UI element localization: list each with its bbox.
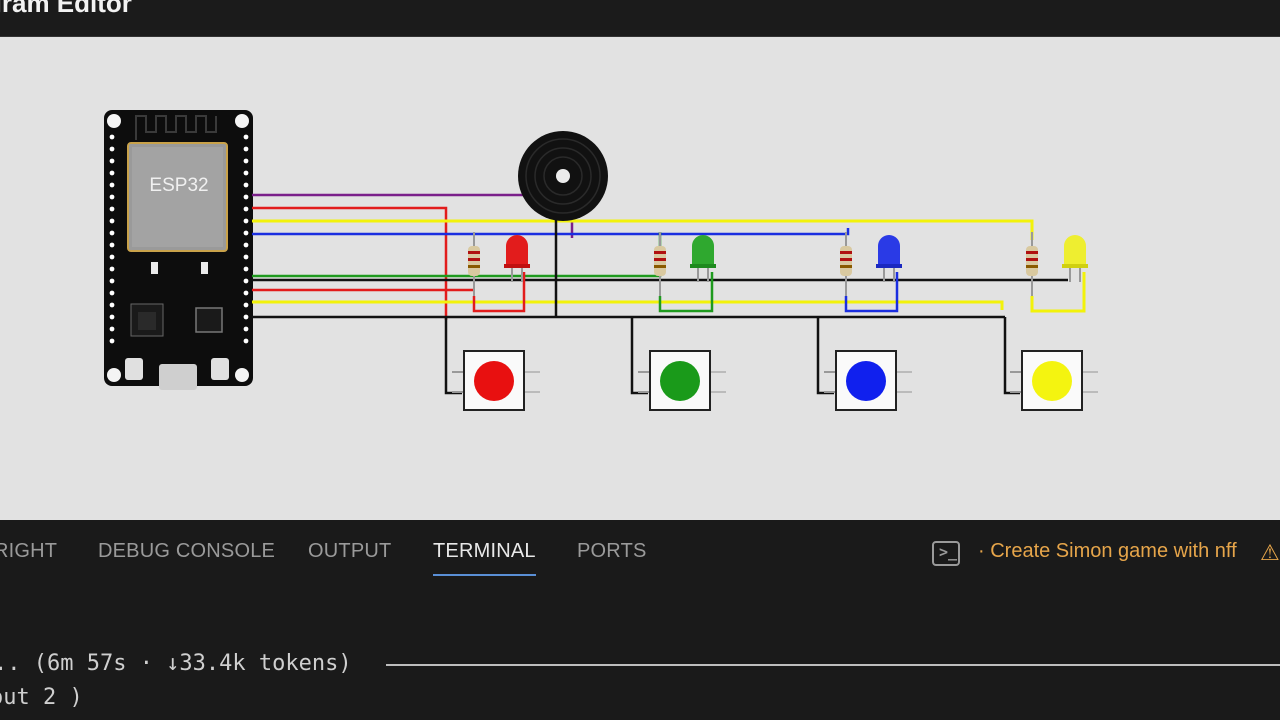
tab-copyright[interactable]: RIGHT	[0, 540, 57, 563]
terminal-status-line: .. (6m 57s · ↓33.4k tokens)	[0, 651, 352, 676]
resistor-blue[interactable]	[840, 232, 852, 296]
buzzer[interactable]	[518, 131, 608, 221]
terminal-icon[interactable]: >_	[932, 541, 960, 566]
wire-yellow-lower[interactable]	[252, 300, 1004, 310]
terminal-task-label[interactable]: · Create Simon game with nff	[978, 540, 1237, 563]
terminal-output-line: out 2 )	[0, 685, 83, 710]
pushbutton-blue[interactable]	[824, 350, 912, 411]
tab-terminal[interactable]: TERMINAL	[433, 540, 536, 576]
resistor-green[interactable]	[654, 232, 666, 296]
pushbutton-yellow[interactable]	[1010, 350, 1098, 411]
esp32-board[interactable]: ESP32	[104, 110, 253, 390]
tab-ports[interactable]: PORTS	[577, 540, 647, 563]
pushbutton-green[interactable]	[638, 350, 726, 411]
resistor-red[interactable]	[468, 232, 480, 296]
circuit-diagram: ESP32	[104, 110, 1098, 411]
warning-icon[interactable]: ⚠	[1260, 540, 1280, 566]
wire-blue[interactable]	[252, 228, 850, 236]
wire-green-upper[interactable]	[252, 232, 662, 278]
terminal-divider	[386, 664, 1280, 666]
bottom-panel: RIGHT DEBUG CONSOLE OUTPUT TERMINAL PORT…	[0, 520, 1280, 720]
tab-debug-console[interactable]: DEBUG CONSOLE	[98, 540, 275, 563]
wire-yellow-upper[interactable]	[252, 219, 1034, 240]
pushbutton-red[interactable]	[452, 350, 540, 411]
wire-purple[interactable]	[252, 193, 574, 238]
resistor-yellow[interactable]	[1026, 232, 1038, 296]
resistors	[468, 232, 1038, 296]
push-buttons	[452, 350, 1098, 411]
esp32-chip-label: ESP32	[149, 175, 208, 196]
diagram-canvas[interactable]: ESP32	[0, 37, 1280, 520]
tab-output[interactable]: OUTPUT	[308, 540, 391, 563]
